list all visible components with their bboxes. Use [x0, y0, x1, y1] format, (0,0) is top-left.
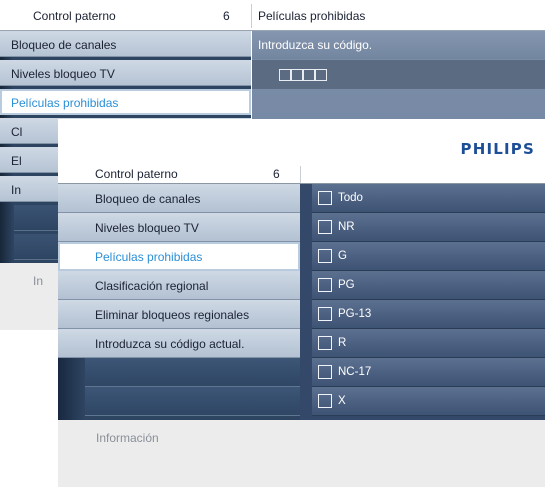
rating-option-nr[interactable]: NR	[312, 213, 545, 242]
back-prompt-row: Introduzca su código.	[252, 31, 545, 59]
front-header-title: Control paterno	[95, 167, 178, 181]
rating-option-label: PG	[338, 279, 355, 291]
menu-item-label: Bloqueo de canales	[95, 192, 201, 206]
checkbox-icon[interactable]	[318, 365, 332, 379]
rating-option-label: NR	[338, 221, 355, 233]
info-label: Información	[96, 431, 159, 445]
menu-item-eliminar-bloqueos[interactable]: Eliminar bloqueos regionales	[58, 300, 300, 329]
menu-item-label: Clasificación regional	[95, 279, 209, 293]
back-header-separator	[251, 4, 252, 28]
front-menu-list: Bloqueo de canales Niveles bloqueo TV Pe…	[58, 184, 300, 420]
front-header-number: 6	[273, 167, 280, 181]
back-code-entry[interactable]	[252, 60, 545, 89]
back-submenu-title: Películas prohibidas	[258, 9, 366, 23]
rating-option-g[interactable]: G	[312, 242, 545, 271]
menu-item-empty	[85, 358, 300, 387]
menu-item-label: Introduzca su código actual.	[95, 337, 245, 351]
rating-option-label: PG-13	[338, 308, 372, 320]
rating-option-pg13[interactable]: PG-13	[312, 300, 545, 329]
rating-option-label: Todo	[338, 192, 363, 204]
back-header: Control paterno 6 Películas prohibidas	[0, 0, 545, 31]
menu-item-label: Niveles bloqueo TV	[95, 221, 199, 235]
back-info-label: In	[33, 274, 44, 288]
back-menu-item-peliculas-prohibidas[interactable]: Películas prohibidas	[0, 89, 251, 115]
code-digit-box	[279, 69, 291, 81]
rating-option-r[interactable]: R	[312, 329, 545, 358]
rating-option-nc17[interactable]: NC-17	[312, 358, 545, 387]
code-digit-box	[315, 69, 327, 81]
front-menu-screen: PHILIPS Control paterno 6 Bloqueo de can…	[58, 119, 545, 487]
rating-option-label: NC-17	[338, 366, 372, 378]
checkbox-icon[interactable]	[318, 249, 332, 263]
menu-item-label: Eliminar bloqueos regionales	[95, 308, 250, 322]
front-brand-header: PHILIPS	[58, 119, 545, 164]
back-menu-item-label: El	[11, 154, 22, 168]
front-title-separator	[300, 166, 301, 183]
menu-item-bloqueo-canales[interactable]: Bloqueo de canales	[58, 184, 300, 213]
menu-item-introduzca-codigo[interactable]: Introduzca su código actual.	[58, 329, 300, 358]
rating-option-todo[interactable]: Todo	[312, 184, 545, 213]
front-title-bar: Control paterno 6	[58, 164, 545, 184]
rating-options-panel: Todo NR G PG PG-13 R NC-17 X	[300, 184, 545, 420]
menu-item-label: Películas prohibidas	[95, 250, 203, 264]
back-menu-item-label: Películas prohibidas	[11, 96, 119, 110]
philips-logo: PHILIPS	[460, 140, 535, 158]
info-bar: Información	[58, 420, 545, 487]
menu-item-empty	[85, 387, 300, 416]
code-digit-box	[303, 69, 315, 81]
checkbox-icon[interactable]	[318, 191, 332, 205]
rating-option-label: X	[338, 395, 346, 407]
checkbox-icon[interactable]	[318, 307, 332, 321]
back-menu-item-label: Bloqueo de canales	[11, 38, 117, 52]
rating-option-x[interactable]: X	[312, 387, 545, 416]
menu-item-clasificacion-regional[interactable]: Clasificación regional	[58, 271, 300, 300]
rating-option-pg[interactable]: PG	[312, 271, 545, 300]
back-header-title: Control paterno	[33, 9, 116, 23]
back-header-number: 6	[223, 9, 230, 23]
code-digit-box	[291, 69, 303, 81]
checkbox-icon[interactable]	[318, 394, 332, 408]
back-menu-item-bloqueo-canales[interactable]: Bloqueo de canales	[0, 31, 251, 57]
rating-option-label: R	[338, 337, 347, 349]
menu-item-peliculas-prohibidas[interactable]: Películas prohibidas	[58, 242, 300, 271]
checkbox-icon[interactable]	[318, 336, 332, 350]
back-menu-item-label: Niveles bloqueo TV	[11, 67, 115, 81]
back-menu-item-label: Cl	[11, 125, 23, 139]
back-menu-item-label: In	[11, 183, 22, 197]
menu-item-niveles-bloqueo-tv[interactable]: Niveles bloqueo TV	[58, 213, 300, 242]
back-code-prompt: Introduzca su código.	[258, 38, 373, 52]
checkbox-icon[interactable]	[318, 220, 332, 234]
back-menu-item-niveles-bloqueo[interactable]: Niveles bloqueo TV	[0, 60, 251, 86]
checkbox-icon[interactable]	[318, 278, 332, 292]
rating-option-label: G	[338, 250, 347, 262]
